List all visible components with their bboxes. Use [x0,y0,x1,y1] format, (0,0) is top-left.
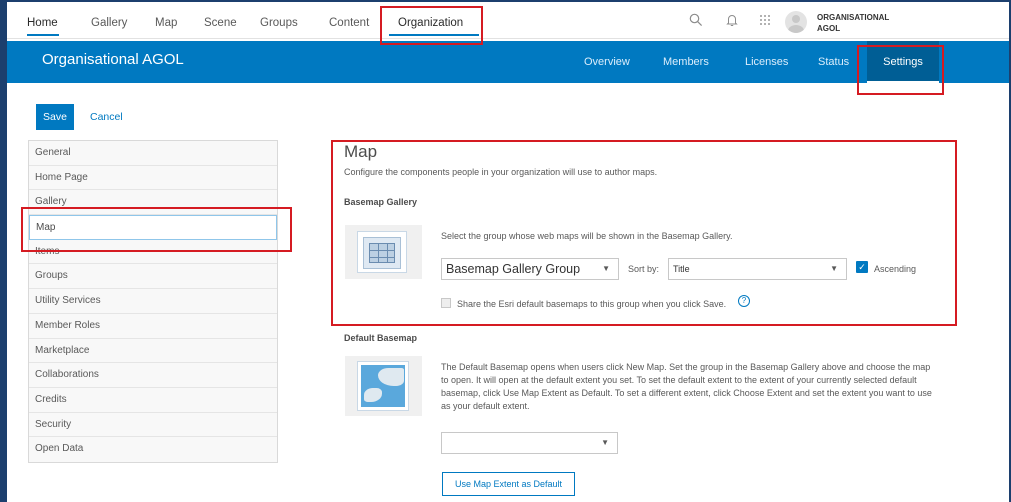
sort-by-select[interactable]: Title ▼ [668,258,847,280]
sidebar-item-map[interactable]: Map [29,215,277,240]
sidebar-item-gallery[interactable]: Gallery [29,190,277,216]
tab-licenses[interactable]: Licenses [745,41,788,83]
sidebar-item-collaborations[interactable]: Collaborations [29,363,277,388]
avatar[interactable] [785,11,807,33]
default-basemap-instructions: The Default Basemap opens when users cli… [441,362,932,411]
basemap-group-value: Basemap Gallery Group [446,262,581,276]
chevron-down-icon: ▼ [602,264,610,273]
sidebar-item-marketplace[interactable]: Marketplace [29,339,277,364]
sidebar-item-member-roles[interactable]: Member Roles [29,314,277,339]
org-title: Organisational AGOL [42,51,184,68]
apps-grid-icon[interactable] [758,13,772,29]
sidebar-item-groups[interactable]: Groups [29,264,277,290]
sort-by-label: Sort by: [628,264,660,274]
default-basemap-thumbnail [345,356,422,416]
basemap-gallery-instructions: Select the group whose web maps will be … [441,231,733,241]
ascending-label: Ascending [874,264,917,274]
share-esri-basemaps-label: Share the Esri default basemaps to this … [457,299,727,309]
nav-gallery[interactable]: Gallery [91,17,127,29]
page-title: Map [344,142,378,161]
sidebar-item-items[interactable]: Items [29,240,277,265]
nav-scene[interactable]: Scene [204,17,237,29]
basemap-gallery-thumbnail [345,225,422,279]
sidebar-item-utility-services[interactable]: Utility Services [29,289,277,314]
sort-by-value: Title [673,264,690,274]
settings-sidebar: General Home Page Gallery Map Items Grou… [28,140,278,463]
nav-groups[interactable]: Groups [260,17,298,29]
search-icon[interactable] [689,13,703,29]
ascending-checkbox[interactable]: ✓ [856,261,868,273]
tab-settings[interactable]: Settings [867,41,939,83]
chevron-down-icon: ▼ [830,264,838,273]
bell-icon[interactable] [725,13,739,29]
home-active-indicator [27,34,59,36]
tab-status[interactable]: Status [818,41,849,83]
tab-overview[interactable]: Overview [584,41,630,83]
gallery-grid-icon [369,243,395,263]
cancel-link[interactable]: Cancel [90,111,123,123]
help-icon[interactable]: ? [738,295,750,307]
tab-members[interactable]: Members [663,41,709,83]
basemap-gallery-heading: Basemap Gallery [344,197,418,207]
top-navigation: Home Gallery Map Scene Groups Content Or… [7,2,1009,39]
page-description: Configure the components people in your … [344,167,658,177]
use-map-extent-button[interactable]: Use Map Extent as Default [442,472,575,496]
nav-organization[interactable]: Organization [398,17,463,29]
sidebar-item-home-page[interactable]: Home Page [29,166,277,191]
save-button[interactable]: Save [36,104,74,130]
share-esri-basemaps-checkbox[interactable] [441,298,451,308]
nav-home[interactable]: Home [27,17,58,29]
user-name[interactable]: ORGANISATIONAL AGOL [817,12,897,34]
org-header: Organisational AGOL Overview Members Lic… [7,41,1009,83]
sidebar-item-security[interactable]: Security [29,413,277,438]
organization-active-indicator [389,34,479,36]
nav-map[interactable]: Map [155,17,177,29]
default-basemap-select[interactable]: ▼ [441,432,618,454]
sidebar-item-open-data[interactable]: Open Data [29,437,277,462]
chevron-down-icon: ▼ [601,438,609,447]
nav-content[interactable]: Content [329,17,369,29]
default-basemap-heading: Default Basemap [344,333,418,343]
sidebar-item-credits[interactable]: Credits [29,388,277,413]
sidebar-item-general[interactable]: General [29,141,277,166]
basemap-group-select[interactable]: Basemap Gallery Group ▼ [441,258,619,280]
